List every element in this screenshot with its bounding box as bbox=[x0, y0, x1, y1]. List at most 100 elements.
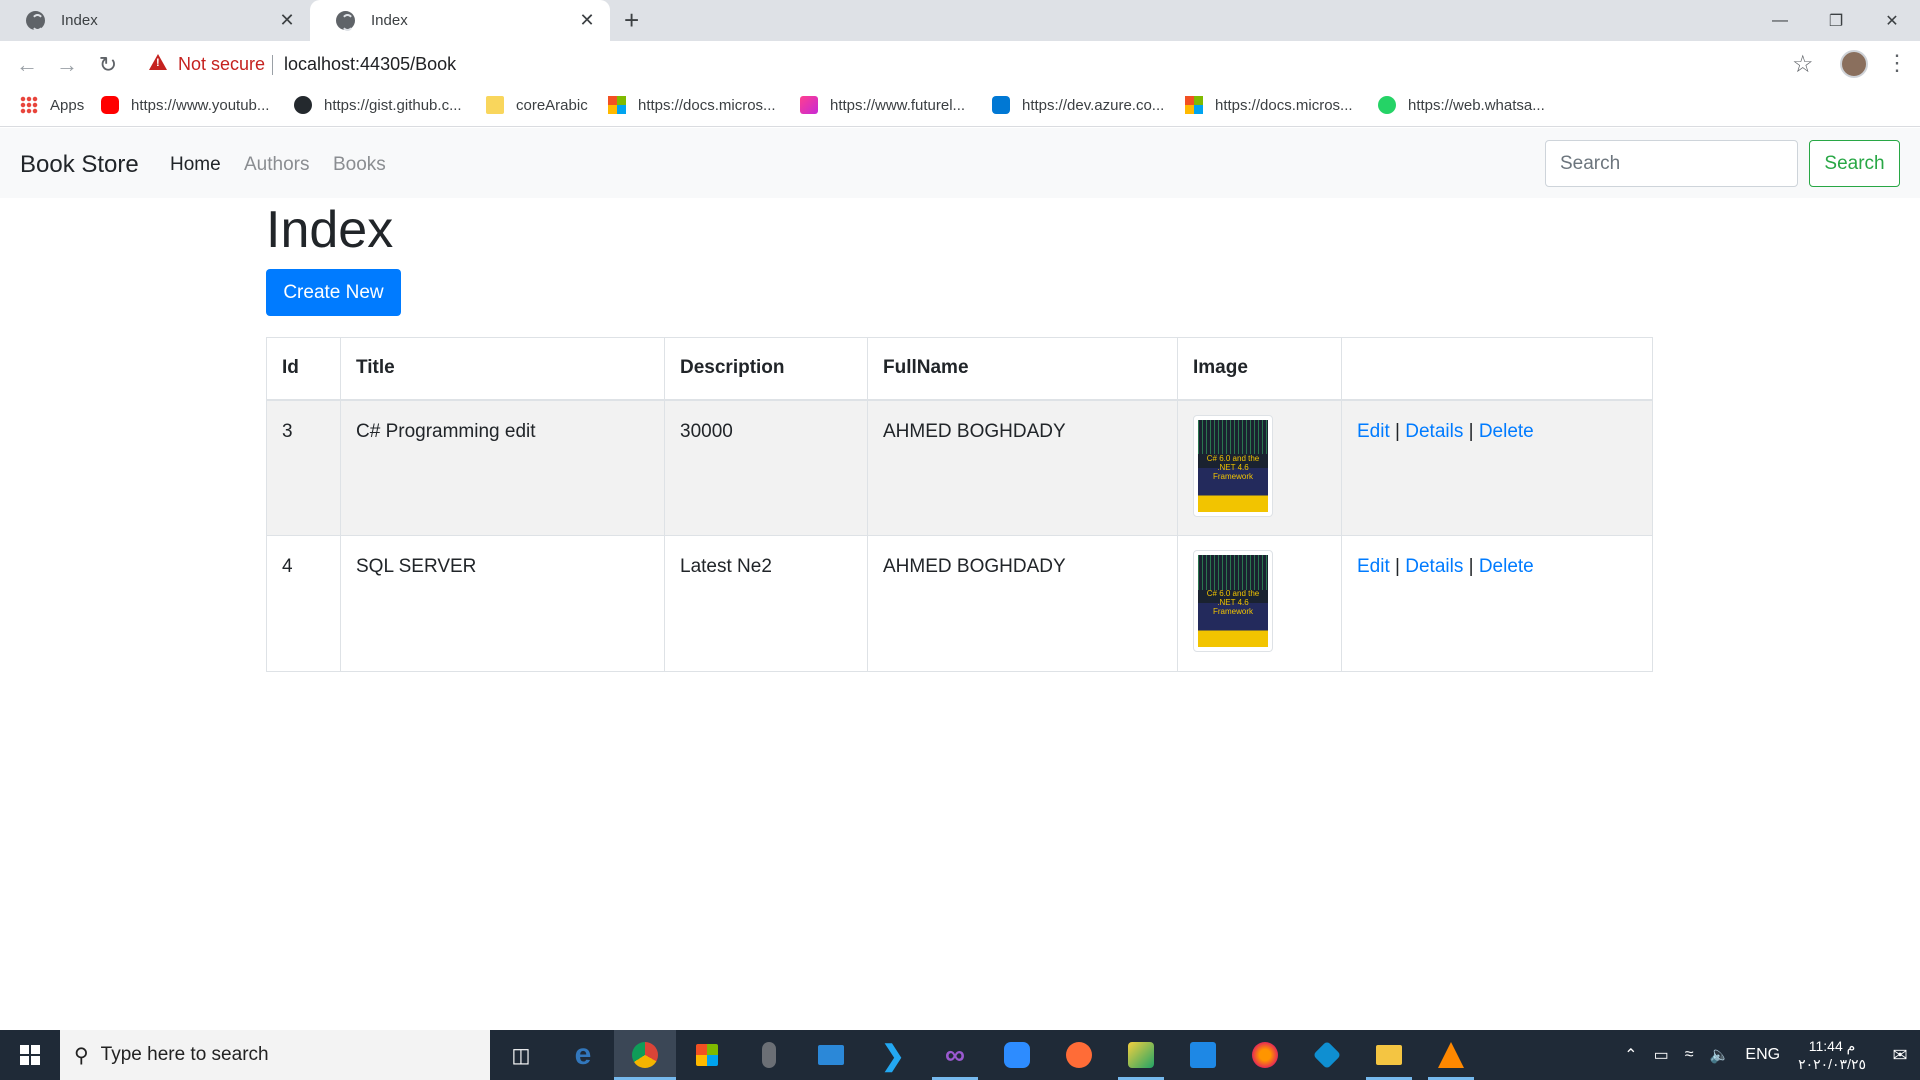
delete-link[interactable]: Delete bbox=[1479, 556, 1534, 577]
bookmark-item[interactable]: Apps bbox=[20, 96, 84, 114]
download-manager-icon[interactable] bbox=[1172, 1030, 1234, 1080]
bookmark-item[interactable]: https://www.futurel... bbox=[800, 96, 965, 114]
github-icon bbox=[294, 96, 312, 114]
postman-icon[interactable] bbox=[1048, 1030, 1110, 1080]
brand-link[interactable]: Book Store bbox=[20, 151, 139, 179]
bookmark-star-icon[interactable]: ☆ bbox=[1792, 50, 1814, 79]
taskbar-search-placeholder: Type here to search bbox=[100, 1044, 269, 1065]
firefox-icon[interactable] bbox=[1234, 1030, 1296, 1080]
taskbar-search-box[interactable]: ⚲ Type here to search bbox=[60, 1030, 490, 1080]
windows-logo-icon bbox=[20, 1045, 40, 1065]
bookmark-label: https://docs.micros... bbox=[1215, 96, 1353, 114]
security-label[interactable]: Not secure bbox=[178, 54, 265, 75]
voice-recorder-icon[interactable] bbox=[738, 1030, 800, 1080]
cell-actions: Edit | Details | Delete bbox=[1341, 535, 1653, 672]
store-icon[interactable] bbox=[676, 1030, 738, 1080]
notifications-icon[interactable]: ✉ bbox=[1880, 1045, 1920, 1066]
globe-icon bbox=[26, 11, 45, 31]
search-button[interactable]: Search bbox=[1809, 140, 1900, 187]
restore-icon[interactable]: ❐ bbox=[1808, 0, 1864, 41]
bookmark-item[interactable]: https://docs.micros... bbox=[1185, 96, 1353, 114]
cover-title: C# 6.0 and the .NET 4.6 Framework bbox=[1206, 453, 1260, 481]
close-tab-icon[interactable]: ✕ bbox=[278, 11, 296, 29]
bookmark-item[interactable]: https://dev.azure.co... bbox=[992, 96, 1164, 114]
volume-icon[interactable]: 🔈 bbox=[1709, 1045, 1729, 1065]
table-row: 4 SQL SERVER Latest Ne2 AHMED BOGHDADY C… bbox=[266, 535, 1653, 672]
back-arrow-icon[interactable]: ← bbox=[13, 51, 41, 79]
cell-actions: Edit | Details | Delete bbox=[1341, 399, 1653, 536]
bookmark-label: https://dev.azure.co... bbox=[1022, 96, 1165, 114]
reload-icon[interactable]: ↻ bbox=[94, 51, 122, 79]
delete-link[interactable]: Delete bbox=[1479, 421, 1534, 442]
edge-icon[interactable]: e bbox=[552, 1030, 614, 1080]
wifi-icon[interactable]: ≈ bbox=[1685, 1046, 1694, 1064]
bookmarks-bar: Apps https://www.youtub... https://gist.… bbox=[0, 89, 1920, 127]
bookmark-label: https://gist.github.c... bbox=[324, 96, 462, 114]
search-input[interactable] bbox=[1545, 140, 1798, 187]
browser-tab-active[interactable]: Index ✕ bbox=[310, 0, 610, 41]
warning-icon[interactable] bbox=[149, 54, 167, 70]
chrome-icon[interactable] bbox=[614, 1030, 676, 1080]
apps-grid-icon bbox=[20, 96, 38, 114]
address-bar[interactable]: localhost:44305/Book bbox=[284, 54, 456, 75]
create-new-button[interactable]: Create New bbox=[266, 269, 401, 316]
column-header-title: Title bbox=[340, 337, 665, 401]
cell-title: C# Programming edit bbox=[340, 399, 665, 536]
address-divider bbox=[272, 55, 273, 75]
edit-link[interactable]: Edit bbox=[1357, 421, 1390, 442]
book-cover-image: C# 6.0 and the .NET 4.6 Framework bbox=[1198, 419, 1268, 512]
task-view-icon[interactable]: ◫ bbox=[490, 1030, 552, 1080]
bookmark-label: Apps bbox=[50, 96, 85, 114]
bookmark-label: https://www.futurel... bbox=[830, 96, 966, 114]
book-cover-image: C# 6.0 and the .NET 4.6 Framework bbox=[1198, 555, 1268, 647]
nav-link-home[interactable]: Home bbox=[170, 154, 221, 176]
forward-arrow-icon[interactable]: → bbox=[53, 51, 81, 79]
cell-description: 30000 bbox=[664, 399, 868, 536]
book-cover-thumbnail: C# 6.0 and the .NET 4.6 Framework bbox=[1193, 414, 1273, 517]
bookmark-item[interactable]: https://gist.github.c... bbox=[294, 96, 462, 114]
folder-icon bbox=[486, 96, 504, 114]
azure-devops-icon bbox=[992, 96, 1010, 114]
excel-icon[interactable] bbox=[1110, 1030, 1172, 1080]
mail-icon[interactable] bbox=[800, 1030, 862, 1080]
cell-fullname: AHMED BOGHDADY bbox=[867, 399, 1178, 536]
column-header-actions bbox=[1341, 337, 1653, 401]
clock[interactable]: 11:44 م ٢٠٢٠/٠٣/٢٥ bbox=[1798, 1037, 1866, 1073]
tab-title: Index bbox=[371, 12, 408, 29]
zoom-icon[interactable] bbox=[986, 1030, 1048, 1080]
bookmark-item[interactable]: https://www.youtub... bbox=[101, 96, 269, 114]
minimize-icon[interactable]: — bbox=[1752, 0, 1808, 41]
vlc-icon[interactable] bbox=[1420, 1030, 1482, 1080]
sourcetree-icon[interactable] bbox=[1296, 1030, 1358, 1080]
bookmark-label: coreArabic bbox=[516, 96, 588, 114]
table-header-row: Id Title Description FullName Image bbox=[266, 337, 1653, 401]
nav-link-authors[interactable]: Authors bbox=[244, 154, 309, 176]
profile-avatar[interactable] bbox=[1840, 50, 1868, 78]
input-language[interactable]: ENG bbox=[1745, 1046, 1780, 1064]
futurelearn-icon bbox=[800, 96, 818, 114]
action-separator: | bbox=[1395, 420, 1400, 442]
bookmark-item[interactable]: coreArabic bbox=[486, 96, 588, 114]
cell-id: 3 bbox=[266, 399, 341, 536]
browser-toolbar: ← → ↻ Not secure localhost:44305/Book ☆ … bbox=[0, 41, 1920, 89]
new-tab-icon[interactable]: + bbox=[624, 6, 639, 34]
details-link[interactable]: Details bbox=[1405, 421, 1463, 442]
browser-tab[interactable]: Index ✕ bbox=[0, 0, 310, 41]
file-explorer-icon[interactable] bbox=[1358, 1030, 1420, 1080]
nav-link-books[interactable]: Books bbox=[333, 154, 386, 176]
cell-title: SQL SERVER bbox=[340, 535, 665, 672]
bookmark-item[interactable]: https://web.whatsa... bbox=[1378, 96, 1545, 114]
bookmark-item[interactable]: https://docs.micros... bbox=[608, 96, 776, 114]
edit-link[interactable]: Edit bbox=[1357, 556, 1390, 577]
show-hidden-icons-icon[interactable]: ⌃ bbox=[1624, 1045, 1637, 1065]
start-button[interactable] bbox=[0, 1030, 60, 1080]
close-tab-icon[interactable]: ✕ bbox=[578, 11, 596, 29]
bookmark-label: https://www.youtub... bbox=[131, 96, 270, 114]
visual-studio-icon[interactable]: ∞ bbox=[924, 1030, 986, 1080]
close-window-icon[interactable]: ✕ bbox=[1864, 0, 1920, 41]
details-link[interactable]: Details bbox=[1405, 556, 1463, 577]
vscode-icon[interactable]: ❯ bbox=[862, 1030, 924, 1080]
window-controls: — ❐ ✕ bbox=[1752, 0, 1920, 41]
menu-kebab-icon[interactable]: ⋮ bbox=[1886, 50, 1908, 76]
battery-icon[interactable]: ▭ bbox=[1654, 1045, 1669, 1065]
